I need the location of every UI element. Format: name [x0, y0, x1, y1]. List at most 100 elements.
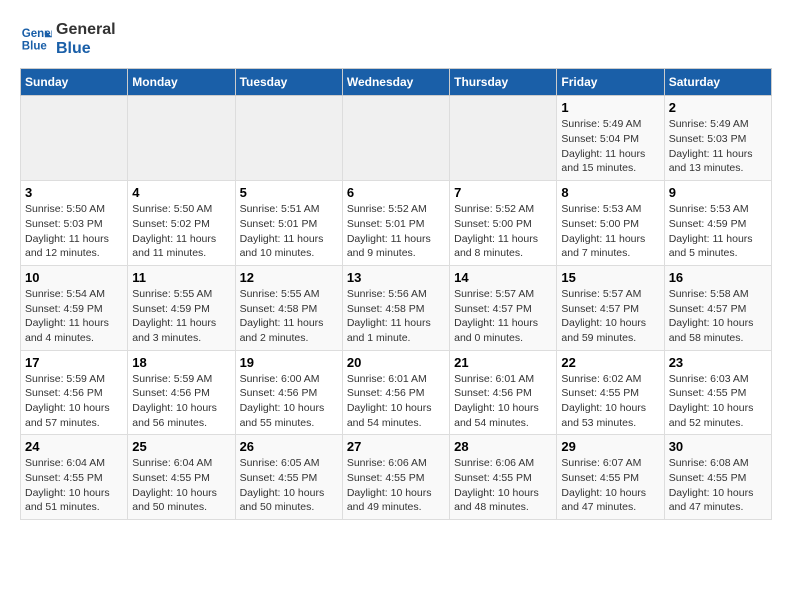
day-number: 4 [132, 185, 230, 200]
calendar-cell: 26Sunrise: 6:05 AM Sunset: 4:55 PM Dayli… [235, 435, 342, 520]
day-info: Sunrise: 5:49 AM Sunset: 5:03 PM Dayligh… [669, 117, 767, 176]
logo: General Blue General Blue [20, 20, 116, 58]
weekday-header-row: SundayMondayTuesdayWednesdayThursdayFrid… [21, 69, 772, 96]
day-info: Sunrise: 5:50 AM Sunset: 5:02 PM Dayligh… [132, 202, 230, 261]
calendar-cell: 10 Sunrise: 5:54 AM Sunset: 4:59 PM Dayli… [21, 265, 128, 350]
day-info: Sunrise: 6:01 AM Sunset: 4:56 PM Dayligh… [347, 372, 445, 431]
calendar-cell: 25Sunrise: 6:04 AM Sunset: 4:55 PM Dayli… [128, 435, 235, 520]
calendar-table: SundayMondayTuesdayWednesdayThursdayFrid… [20, 68, 772, 520]
day-number: 23 [669, 355, 767, 370]
day-info: Sunrise: 6:06 AM Sunset: 4:55 PM Dayligh… [347, 456, 445, 515]
calendar-cell: 30 Sunrise: 6:08 AM Sunset: 4:55 PM Dayli… [664, 435, 771, 520]
day-info: Sunrise: 6:04 AM Sunset: 4:55 PM Dayligh… [25, 456, 123, 515]
calendar-cell: 2 Sunrise: 5:49 AM Sunset: 5:03 PM Daylig… [664, 96, 771, 181]
day-number: 16 [669, 270, 767, 285]
calendar-week-row: 24 Sunrise: 6:04 AM Sunset: 4:55 PM Dayli… [21, 435, 772, 520]
day-number: 9 [669, 185, 767, 200]
calendar-week-row: 17 Sunrise: 5:59 AM Sunset: 4:56 PM Dayli… [21, 350, 772, 435]
logo-icon: General Blue [20, 23, 52, 55]
day-info: Sunrise: 5:49 AM Sunset: 5:04 PM Dayligh… [561, 117, 659, 176]
logo-blue: Blue [56, 39, 116, 58]
day-number: 8 [561, 185, 659, 200]
calendar-cell: 9 Sunrise: 5:53 AM Sunset: 4:59 PM Daylig… [664, 181, 771, 266]
day-number: 20 [347, 355, 445, 370]
day-number: 28 [454, 439, 552, 454]
weekday-header: Wednesday [342, 69, 449, 96]
day-number: 30 [669, 439, 767, 454]
day-number: 2 [669, 100, 767, 115]
weekday-header: Tuesday [235, 69, 342, 96]
calendar-cell: 21 Sunrise: 6:01 AM Sunset: 4:56 PM Dayli… [450, 350, 557, 435]
day-info: Sunrise: 5:58 AM Sunset: 4:57 PM Dayligh… [669, 287, 767, 346]
weekday-header: Friday [557, 69, 664, 96]
calendar-cell: 18 Sunrise: 5:59 AM Sunset: 4:56 PM Dayli… [128, 350, 235, 435]
calendar-cell: 1 Sunrise: 5:49 AM Sunset: 5:04 PM Daylig… [557, 96, 664, 181]
day-number: 22 [561, 355, 659, 370]
svg-text:Blue: Blue [22, 41, 48, 53]
calendar-cell [128, 96, 235, 181]
page-header: General Blue General Blue [20, 20, 772, 58]
calendar-cell: 7 Sunrise: 5:52 AM Sunset: 5:00 PM Daylig… [450, 181, 557, 266]
day-info: Sunrise: 5:56 AM Sunset: 4:58 PM Dayligh… [347, 287, 445, 346]
day-info: Sunrise: 5:55 AM Sunset: 4:59 PM Dayligh… [132, 287, 230, 346]
day-number: 13 [347, 270, 445, 285]
day-info: Sunrise: 5:52 AM Sunset: 5:01 PM Dayligh… [347, 202, 445, 261]
day-info: Sunrise: 6:02 AM Sunset: 4:55 PM Dayligh… [561, 372, 659, 431]
day-number: 29 [561, 439, 659, 454]
calendar-cell: 11 Sunrise: 5:55 AM Sunset: 4:59 PM Dayli… [128, 265, 235, 350]
weekday-header: Sunday [21, 69, 128, 96]
day-number: 5 [240, 185, 338, 200]
day-info: Sunrise: 5:52 AM Sunset: 5:00 PM Dayligh… [454, 202, 552, 261]
day-number: 17 [25, 355, 123, 370]
calendar-cell: 29 Sunrise: 6:07 AM Sunset: 4:55 PM Dayli… [557, 435, 664, 520]
day-info: Sunrise: 6:00 AM Sunset: 4:56 PM Dayligh… [240, 372, 338, 431]
day-info: Sunrise: 5:59 AM Sunset: 4:56 PM Dayligh… [132, 372, 230, 431]
day-number: 12 [240, 270, 338, 285]
calendar-cell: 13 Sunrise: 5:56 AM Sunset: 4:58 PM Dayli… [342, 265, 449, 350]
day-number: 1 [561, 100, 659, 115]
day-info: Sunrise: 5:59 AM Sunset: 4:56 PM Dayligh… [25, 372, 123, 431]
day-info: Sunrise: 5:53 AM Sunset: 4:59 PM Dayligh… [669, 202, 767, 261]
day-info: Sunrise: 5:57 AM Sunset: 4:57 PM Dayligh… [561, 287, 659, 346]
weekday-header: Thursday [450, 69, 557, 96]
day-number: 24 [25, 439, 123, 454]
day-info: Sunrise: 5:55 AM Sunset: 4:58 PM Dayligh… [240, 287, 338, 346]
day-number: 6 [347, 185, 445, 200]
day-info: Sunrise: 6:04 AM Sunset: 4:55 PM Dayligh… [132, 456, 230, 515]
day-info: Sunrise: 5:53 AM Sunset: 5:00 PM Dayligh… [561, 202, 659, 261]
calendar-cell: 6 Sunrise: 5:52 AM Sunset: 5:01 PM Daylig… [342, 181, 449, 266]
day-number: 15 [561, 270, 659, 285]
calendar-cell: 15 Sunrise: 5:57 AM Sunset: 4:57 PM Dayli… [557, 265, 664, 350]
day-info: Sunrise: 6:07 AM Sunset: 4:55 PM Dayligh… [561, 456, 659, 515]
calendar-cell: 17 Sunrise: 5:59 AM Sunset: 4:56 PM Dayli… [21, 350, 128, 435]
day-number: 21 [454, 355, 552, 370]
day-info: Sunrise: 5:54 AM Sunset: 4:59 PM Dayligh… [25, 287, 123, 346]
calendar-cell: 19Sunrise: 6:00 AM Sunset: 4:56 PM Dayli… [235, 350, 342, 435]
day-info: Sunrise: 5:51 AM Sunset: 5:01 PM Dayligh… [240, 202, 338, 261]
day-number: 27 [347, 439, 445, 454]
calendar-cell: 12 Sunrise: 5:55 AM Sunset: 4:58 PM Dayli… [235, 265, 342, 350]
calendar-cell: 28Sunrise: 6:06 AM Sunset: 4:55 PM Dayli… [450, 435, 557, 520]
day-number: 7 [454, 185, 552, 200]
day-info: Sunrise: 5:57 AM Sunset: 4:57 PM Dayligh… [454, 287, 552, 346]
calendar-cell [342, 96, 449, 181]
day-number: 10 [25, 270, 123, 285]
logo-general: General [56, 20, 116, 39]
calendar-cell: 24 Sunrise: 6:04 AM Sunset: 4:55 PM Dayli… [21, 435, 128, 520]
day-info: Sunrise: 6:05 AM Sunset: 4:55 PM Dayligh… [240, 456, 338, 515]
day-info: Sunrise: 6:03 AM Sunset: 4:55 PM Dayligh… [669, 372, 767, 431]
calendar-cell: 8 Sunrise: 5:53 AM Sunset: 5:00 PM Daylig… [557, 181, 664, 266]
calendar-cell: 22 Sunrise: 6:02 AM Sunset: 4:55 PM Dayli… [557, 350, 664, 435]
calendar-cell: 5 Sunrise: 5:51 AM Sunset: 5:01 PM Daylig… [235, 181, 342, 266]
day-number: 14 [454, 270, 552, 285]
calendar-week-row: 1 Sunrise: 5:49 AM Sunset: 5:04 PM Daylig… [21, 96, 772, 181]
calendar-cell: 27 Sunrise: 6:06 AM Sunset: 4:55 PM Dayli… [342, 435, 449, 520]
day-number: 3 [25, 185, 123, 200]
day-info: Sunrise: 5:50 AM Sunset: 5:03 PM Dayligh… [25, 202, 123, 261]
calendar-cell: 14 Sunrise: 5:57 AM Sunset: 4:57 PM Dayli… [450, 265, 557, 350]
weekday-header: Monday [128, 69, 235, 96]
day-number: 11 [132, 270, 230, 285]
day-info: Sunrise: 6:01 AM Sunset: 4:56 PM Dayligh… [454, 372, 552, 431]
day-number: 18 [132, 355, 230, 370]
day-info: Sunrise: 6:08 AM Sunset: 4:55 PM Dayligh… [669, 456, 767, 515]
